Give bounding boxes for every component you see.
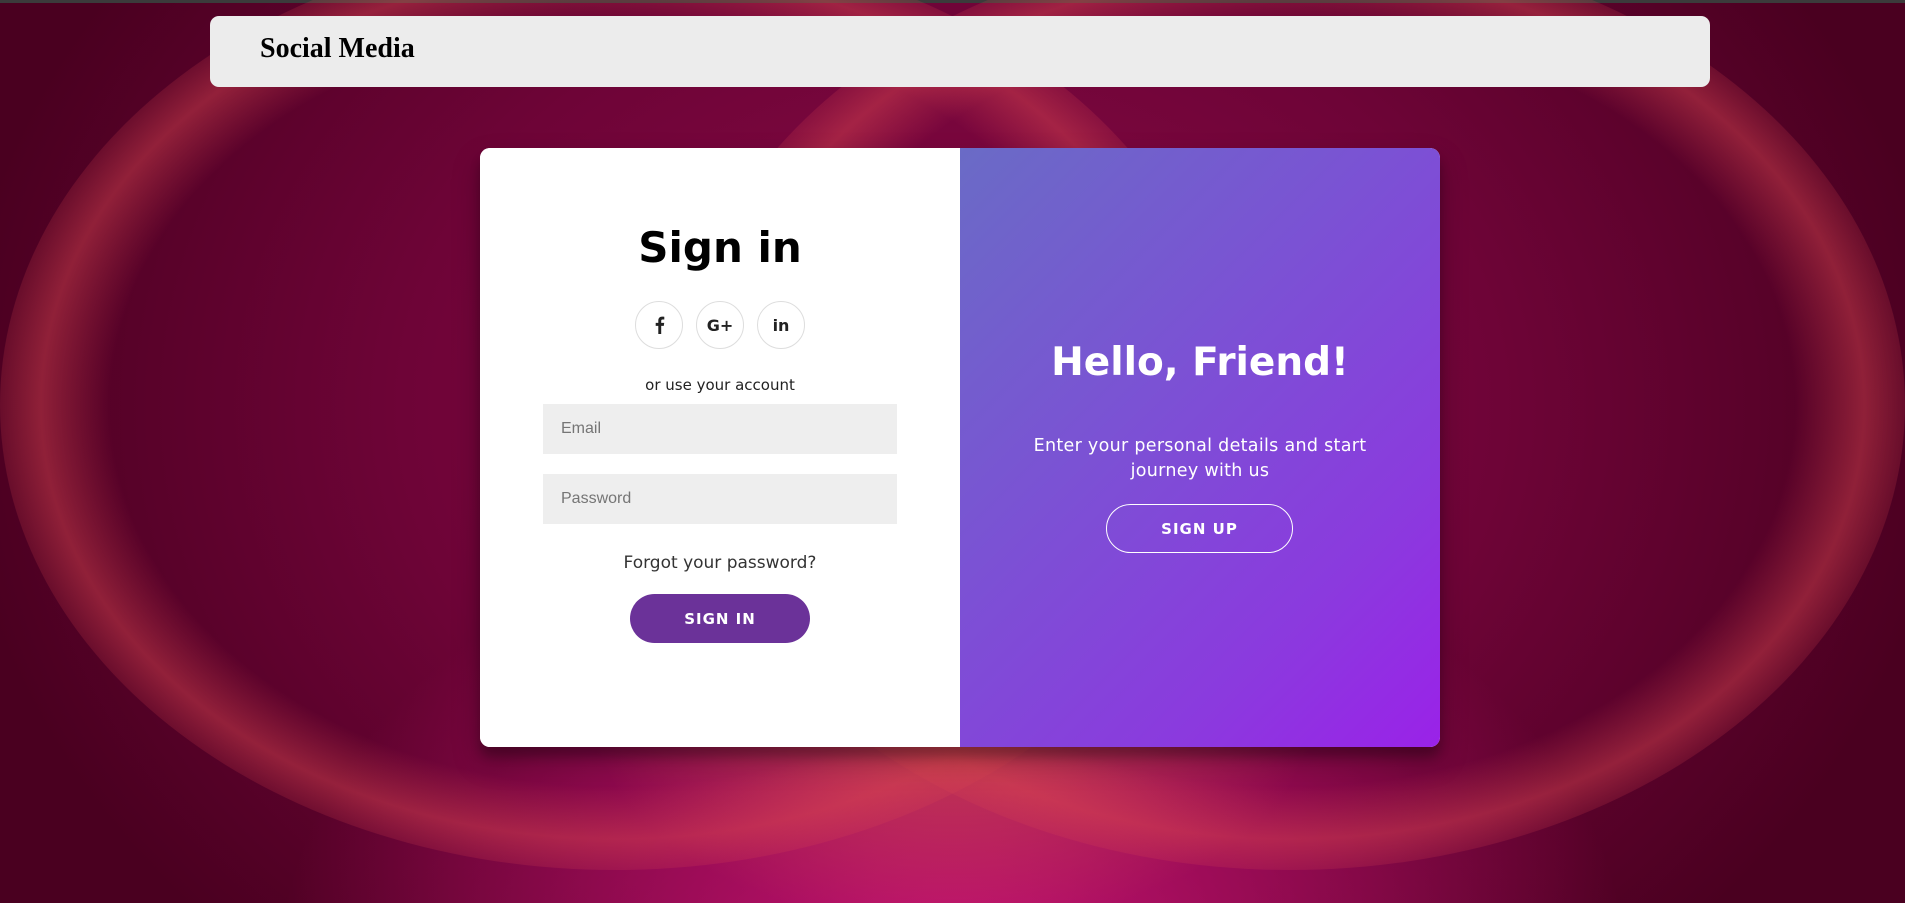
sign-in-button[interactable]: SIGN IN	[630, 594, 810, 643]
top-border	[0, 0, 1905, 3]
facebook-button[interactable]	[635, 301, 683, 349]
alt-login-text: or use your account	[645, 376, 795, 394]
forgot-password-link[interactable]: Forgot your password?	[480, 553, 960, 573]
overlay-title: Hello, Friend!	[1051, 340, 1349, 385]
password-field[interactable]	[543, 474, 897, 524]
overlay-panel: Hello, Friend! Enter your personal detai…	[960, 148, 1440, 747]
google-plus-icon: G+	[706, 315, 734, 335]
facebook-icon	[654, 316, 665, 334]
email-field[interactable]	[543, 404, 897, 454]
auth-card: Sign in G+ in or use your account Forgot…	[480, 148, 1440, 747]
sign-in-title: Sign in	[638, 223, 802, 272]
sign-up-button[interactable]: SIGN UP	[1106, 504, 1293, 553]
linkedin-icon: in	[772, 315, 790, 335]
social-login-row: G+ in	[480, 301, 960, 349]
navbar: Social Media	[210, 16, 1710, 87]
linkedin-button[interactable]: in	[757, 301, 805, 349]
google-plus-button[interactable]: G+	[696, 301, 744, 349]
sign-in-panel: Sign in G+ in or use your account Forgot…	[480, 148, 960, 747]
overlay-subtitle: Enter your personal details and start jo…	[1033, 435, 1367, 481]
brand-title[interactable]: Social Media	[260, 33, 415, 65]
